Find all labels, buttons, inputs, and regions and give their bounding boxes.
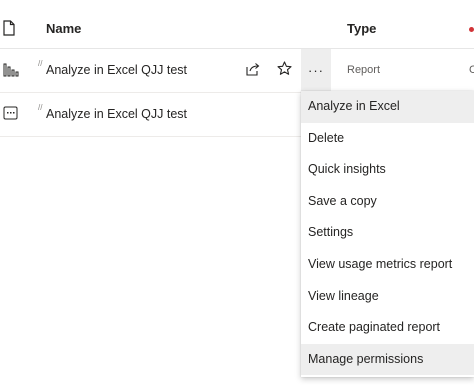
menu-item-manage-permissions[interactable]: Manage permissions	[301, 343, 474, 376]
more-options-menu: Analyze in Excel Delete Quick insights S…	[301, 91, 474, 377]
table-row[interactable]: // Analyze in Excel QJJ test ··· Report …	[0, 49, 474, 93]
item-name-link[interactable]: // Analyze in Excel QJJ test	[38, 103, 188, 121]
name-column-header[interactable]: Name	[46, 21, 81, 36]
item-type: Report	[347, 64, 381, 76]
truncated-cell-text: C	[469, 64, 474, 76]
dataset-icon	[3, 106, 19, 125]
menu-item-save-a-copy[interactable]: Save a copy	[301, 186, 474, 218]
menu-item-view-lineage[interactable]: View lineage	[301, 281, 474, 313]
endorsement-mark-icon: //	[38, 59, 43, 68]
endorsement-mark-icon: //	[38, 103, 43, 112]
star-icon[interactable]	[277, 61, 292, 76]
menu-item-quick-insights[interactable]: Quick insights	[301, 154, 474, 186]
item-name-link[interactable]: // Analyze in Excel QJJ test	[38, 59, 188, 77]
list-header: Name Type	[0, 0, 474, 49]
menu-item-settings[interactable]: Settings	[301, 217, 474, 249]
menu-item-delete[interactable]: Delete	[301, 123, 474, 155]
item-name-text: Analyze in Excel QJJ test	[46, 107, 188, 121]
truncated-column-indicator	[469, 27, 474, 32]
item-name-text: Analyze in Excel QJJ test	[46, 63, 188, 77]
type-column-header[interactable]: Type	[347, 21, 376, 36]
workspace-content-list: Name Type // Analyze in Excel QJJ test ·…	[0, 0, 474, 385]
document-icon[interactable]	[2, 20, 16, 36]
report-bars-icon	[3, 63, 19, 82]
share-icon[interactable]	[246, 62, 260, 76]
menu-item-analyze-in-excel[interactable]: Analyze in Excel	[301, 91, 474, 123]
more-options-button[interactable]: ···	[301, 49, 331, 91]
menu-item-create-paginated-report[interactable]: Create paginated report	[301, 312, 474, 344]
menu-item-view-usage-metrics[interactable]: View usage metrics report	[301, 249, 474, 281]
